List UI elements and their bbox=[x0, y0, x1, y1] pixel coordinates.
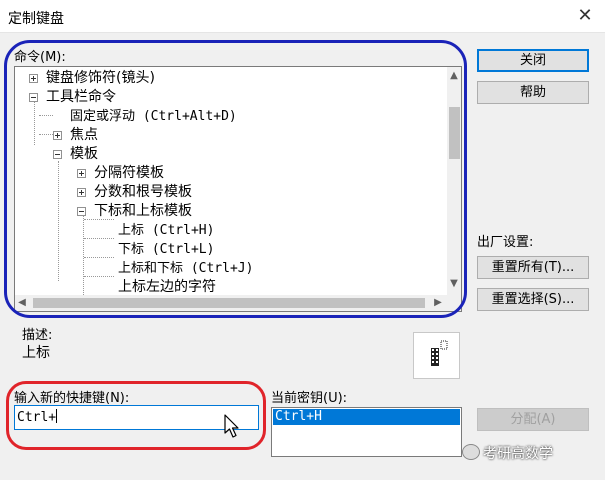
symbol-preview bbox=[413, 332, 460, 379]
tree-connector bbox=[58, 161, 59, 281]
description-label: 描述: bbox=[22, 328, 53, 343]
tree-item[interactable]: 分隔符模板 bbox=[94, 164, 164, 183]
tree-item[interactable]: 分数和根号模板 bbox=[94, 183, 192, 202]
shortcut-value: Ctrl+ bbox=[17, 410, 57, 425]
commands-label: 命令(M): bbox=[14, 50, 66, 65]
horizontal-scroll-thumb[interactable] bbox=[33, 298, 425, 308]
horizontal-scrollbar[interactable]: ◀ ▶ bbox=[15, 295, 447, 311]
tree-item[interactable]: 上标和下标 (Ctrl+J) bbox=[118, 259, 253, 278]
current-keys-list[interactable]: Ctrl+H bbox=[271, 407, 462, 457]
tree-item[interactable]: 下标 (Ctrl+L) bbox=[118, 240, 214, 259]
close-button[interactable]: 关闭 bbox=[477, 49, 589, 72]
title-bar: 定制键盘 ✕ bbox=[0, 0, 605, 33]
tree-item[interactable]: 固定或浮动 (Ctrl+Alt+D) bbox=[70, 107, 237, 126]
new-shortcut-input[interactable]: Ctrl+ bbox=[14, 405, 259, 430]
tree-connector bbox=[84, 238, 114, 239]
current-key-item[interactable]: Ctrl+H bbox=[273, 409, 460, 425]
reset-all-button[interactable]: 重置所有(T)... bbox=[477, 256, 589, 279]
tree-connector bbox=[84, 276, 114, 277]
close-icon[interactable]: ✕ bbox=[570, 1, 600, 31]
collapse-icon[interactable] bbox=[53, 150, 62, 159]
superscript-template-icon bbox=[431, 340, 448, 366]
tree-connector bbox=[39, 134, 53, 135]
wechat-icon bbox=[462, 444, 480, 460]
tree-item[interactable]: 键盘修饰符(镜头) bbox=[46, 69, 155, 88]
expand-icon[interactable] bbox=[53, 131, 62, 140]
vertical-scrollbar[interactable]: ▲ ▼ bbox=[447, 67, 461, 295]
watermark-text: 考研高数学 bbox=[483, 446, 553, 462]
help-button[interactable]: 帮助 bbox=[477, 81, 589, 104]
tree-item[interactable]: 模板 bbox=[70, 145, 98, 164]
expand-icon[interactable] bbox=[77, 169, 86, 178]
tree-connector bbox=[39, 115, 53, 116]
tree-connector bbox=[84, 257, 114, 258]
mouse-pointer-icon bbox=[224, 414, 239, 438]
expand-icon[interactable] bbox=[29, 74, 38, 83]
assign-button[interactable]: 分配(A) bbox=[477, 408, 589, 431]
window-title: 定制键盘 bbox=[8, 11, 64, 27]
scroll-left-icon[interactable]: ◀ bbox=[15, 296, 29, 310]
tree-item[interactable]: 上标 (Ctrl+H) bbox=[118, 221, 214, 240]
scroll-down-icon[interactable]: ▼ bbox=[447, 277, 461, 291]
collapse-icon[interactable] bbox=[77, 207, 86, 216]
watermark: 考研高数学 bbox=[462, 443, 602, 465]
vertical-scroll-thumb[interactable] bbox=[449, 107, 460, 159]
current-keys-label: 当前密钥(U): bbox=[271, 391, 348, 406]
scroll-corner bbox=[447, 295, 461, 311]
reset-selection-button[interactable]: 重置选择(S)... bbox=[477, 288, 589, 311]
tree-item[interactable]: 工具栏命令 bbox=[46, 88, 116, 107]
tree-item[interactable]: 下标和上标模板 bbox=[94, 202, 192, 221]
tree-item[interactable]: 焦点 bbox=[70, 126, 98, 145]
scroll-right-icon[interactable]: ▶ bbox=[431, 296, 445, 310]
scroll-up-icon[interactable]: ▲ bbox=[447, 69, 461, 83]
description-text: 上标 bbox=[22, 345, 50, 361]
tree-connector bbox=[34, 95, 35, 145]
commands-tree[interactable]: 键盘修饰符(镜头) 工具栏命令 固定或浮动 (Ctrl+Alt+D) 焦点 模板 分隔符模… bbox=[14, 66, 462, 312]
factory-settings-label: 出厂设置: bbox=[477, 235, 534, 250]
new-shortcut-label: 输入新的快捷键(N): bbox=[14, 391, 130, 406]
collapse-icon[interactable] bbox=[29, 93, 38, 102]
expand-icon[interactable] bbox=[77, 188, 86, 197]
text-cursor bbox=[56, 409, 58, 423]
